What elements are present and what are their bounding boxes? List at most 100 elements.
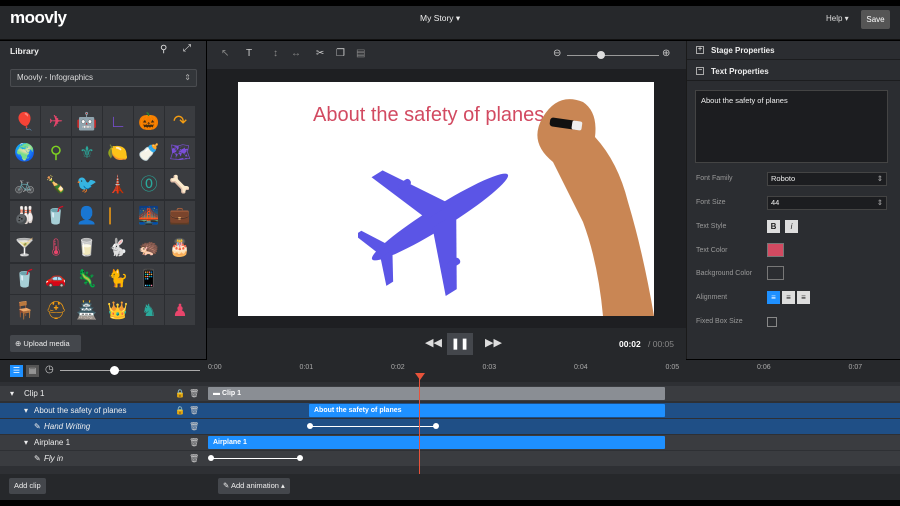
cut-icon[interactable]: ✂ bbox=[316, 48, 324, 59]
library-category-select[interactable]: Moovly - Infographics ⇕ bbox=[10, 69, 197, 87]
library-asset-tile[interactable]: 🦎 bbox=[72, 263, 102, 294]
library-asset-tile[interactable]: 🥛 bbox=[72, 232, 102, 263]
library-asset-tile[interactable]: ∟ bbox=[103, 106, 133, 136]
playhead-handle[interactable] bbox=[415, 373, 425, 380]
zoom-slider-handle[interactable] bbox=[597, 51, 605, 59]
library-asset-tile[interactable]: ⓪ bbox=[134, 169, 164, 200]
timeline-zoom-track[interactable] bbox=[60, 370, 200, 371]
library-asset-tile[interactable]: 🚲 bbox=[10, 169, 40, 200]
select-tool-icon[interactable]: ↖ bbox=[221, 48, 229, 59]
lock-icon[interactable]: 🔒 bbox=[175, 406, 185, 415]
library-asset-tile[interactable]: ⚜ bbox=[72, 137, 102, 168]
object-bar[interactable]: Airplane 1 bbox=[208, 436, 665, 449]
pause-button[interactable]: ❚❚ bbox=[447, 333, 473, 355]
save-button[interactable]: Save bbox=[861, 10, 890, 29]
zoom-slider-track[interactable] bbox=[567, 55, 659, 56]
animation-row[interactable]: ✎ Hand Writing 🗑 bbox=[0, 419, 900, 434]
library-asset-tile[interactable]: 🍸 bbox=[10, 232, 40, 263]
animation-row[interactable]: ✎ Fly in 🗑 bbox=[0, 451, 900, 466]
text-properties-header[interactable]: − Text Properties bbox=[687, 62, 900, 81]
animation-start-handle[interactable] bbox=[208, 455, 214, 461]
library-asset-tile[interactable]: ⎸ bbox=[103, 200, 133, 231]
playhead[interactable] bbox=[419, 374, 420, 474]
library-asset-tile[interactable]: 🗺 bbox=[165, 137, 195, 168]
fixed-box-size-checkbox[interactable] bbox=[767, 317, 777, 327]
list-view-icon[interactable]: ☰ bbox=[10, 365, 23, 377]
grid-view-icon[interactable]: ▤ bbox=[26, 365, 39, 377]
library-asset-tile[interactable]: 🌡 bbox=[41, 232, 71, 263]
library-asset-tile[interactable]: ✈ bbox=[41, 106, 71, 136]
library-asset-tile[interactable]: 🐇 bbox=[103, 232, 133, 263]
library-asset-tile[interactable]: 🐦 bbox=[72, 169, 102, 200]
library-asset-tile[interactable]: 🎈 bbox=[10, 106, 40, 136]
help-menu[interactable]: Help ▾ bbox=[826, 14, 849, 23]
font-family-select[interactable]: Roboto ⇕ bbox=[767, 172, 887, 186]
library-asset-tile[interactable]: 🪑 bbox=[10, 295, 40, 326]
library-asset-tile[interactable]: 🗼 bbox=[103, 169, 133, 200]
trash-icon[interactable]: 🗑 bbox=[189, 389, 199, 398]
library-asset-tile[interactable]: 🐈 bbox=[103, 263, 133, 294]
library-asset-tile[interactable]: 🤖 bbox=[72, 106, 102, 136]
collapse-icon[interactable]: ▾ bbox=[24, 438, 28, 447]
animation-duration-line[interactable] bbox=[210, 458, 300, 459]
collapse-icon[interactable]: ▾ bbox=[24, 406, 28, 415]
text-content-textarea[interactable]: About the safety of planes bbox=[695, 90, 888, 163]
add-clip-button[interactable]: Add clip bbox=[9, 478, 46, 494]
upload-media-button[interactable]: ⊕ Upload media bbox=[10, 335, 81, 352]
zoom-in-icon[interactable]: ⊕ bbox=[662, 48, 670, 59]
library-asset-tile[interactable]: 👑 bbox=[103, 295, 133, 326]
align-left-button[interactable]: ≡ bbox=[767, 291, 780, 304]
horizontal-flip-icon[interactable]: ↔ bbox=[291, 48, 301, 59]
stage-properties-header[interactable]: + Stage Properties bbox=[687, 41, 900, 60]
trash-icon[interactable]: 🗑 bbox=[189, 406, 199, 415]
library-asset-tile[interactable]: 🌉 bbox=[134, 200, 164, 231]
library-asset-tile[interactable]: 👤 bbox=[72, 200, 102, 231]
story-title-dropdown[interactable]: My Story ▾ bbox=[420, 13, 460, 24]
track-row-selected[interactable]: ▾ About the safety of planes 🔒 🗑 About t… bbox=[0, 403, 900, 418]
search-icon[interactable]: ⚲ bbox=[160, 44, 167, 55]
library-asset-tile[interactable]: 🎳 bbox=[10, 200, 40, 231]
background-color-swatch[interactable] bbox=[767, 266, 784, 280]
track-row[interactable]: ▾ Airplane 1 🗑 Airplane 1 bbox=[0, 435, 900, 450]
animation-start-handle[interactable] bbox=[307, 423, 313, 429]
library-asset-tile[interactable]: 🍾 bbox=[41, 169, 71, 200]
timeline-zoom-handle[interactable] bbox=[110, 366, 119, 375]
clip-bar[interactable]: ▬ Clip 1 bbox=[208, 387, 665, 400]
library-asset-tile[interactable]: 🎂 bbox=[165, 232, 195, 263]
italic-button[interactable]: i bbox=[785, 220, 798, 233]
vertical-flip-icon[interactable]: ↕ bbox=[273, 48, 278, 59]
library-asset-tile[interactable] bbox=[165, 263, 195, 294]
library-asset-tile[interactable]: ⚲ bbox=[41, 137, 71, 168]
library-asset-tile[interactable]: ⛑ bbox=[41, 295, 71, 326]
library-asset-tile[interactable]: 🍋 bbox=[103, 137, 133, 168]
library-asset-tile[interactable]: 💼 bbox=[165, 200, 195, 231]
paste-icon[interactable]: ▤ bbox=[356, 48, 365, 59]
rewind-icon[interactable]: ◀◀ bbox=[425, 336, 442, 349]
font-size-select[interactable]: 44 ⇕ bbox=[767, 196, 887, 210]
track-row[interactable]: ▾ Clip 1 🔒 🗑 ▬ Clip 1 bbox=[0, 386, 900, 401]
library-asset-tile[interactable]: ♟ bbox=[165, 295, 195, 326]
library-asset-tile[interactable]: 🍼 bbox=[134, 137, 164, 168]
stage-canvas[interactable]: About the safety of planes bbox=[238, 82, 654, 316]
expand-icon[interactable]: ⤢ bbox=[183, 43, 191, 54]
trash-icon[interactable]: 🗑 bbox=[189, 438, 199, 447]
library-asset-tile[interactable]: 🥤 bbox=[41, 200, 71, 231]
collapse-icon[interactable]: ▾ bbox=[10, 389, 14, 398]
fast-forward-icon[interactable]: ▶▶ bbox=[485, 336, 502, 349]
library-asset-tile[interactable]: 🎃 bbox=[134, 106, 164, 136]
align-center-button[interactable]: ≡ bbox=[782, 291, 795, 304]
copy-icon[interactable]: ❐ bbox=[336, 48, 345, 59]
library-asset-tile[interactable]: 🦴 bbox=[165, 169, 195, 200]
animation-duration-line[interactable] bbox=[309, 426, 436, 427]
library-asset-tile[interactable]: 📱 bbox=[134, 263, 164, 294]
animation-end-handle[interactable] bbox=[433, 423, 439, 429]
canvas-text-object[interactable]: About the safety of planes bbox=[313, 104, 544, 127]
library-asset-tile[interactable]: ♞ bbox=[134, 295, 164, 326]
text-color-swatch[interactable] bbox=[767, 243, 784, 257]
text-tool-icon[interactable]: T bbox=[246, 48, 252, 59]
library-asset-tile[interactable]: 🦔 bbox=[134, 232, 164, 263]
library-asset-tile[interactable]: 🚗 bbox=[41, 263, 71, 294]
zoom-out-icon[interactable]: ⊖ bbox=[553, 48, 561, 59]
trash-icon[interactable]: 🗑 bbox=[189, 454, 199, 463]
library-asset-tile[interactable]: 🏯 bbox=[72, 295, 102, 326]
